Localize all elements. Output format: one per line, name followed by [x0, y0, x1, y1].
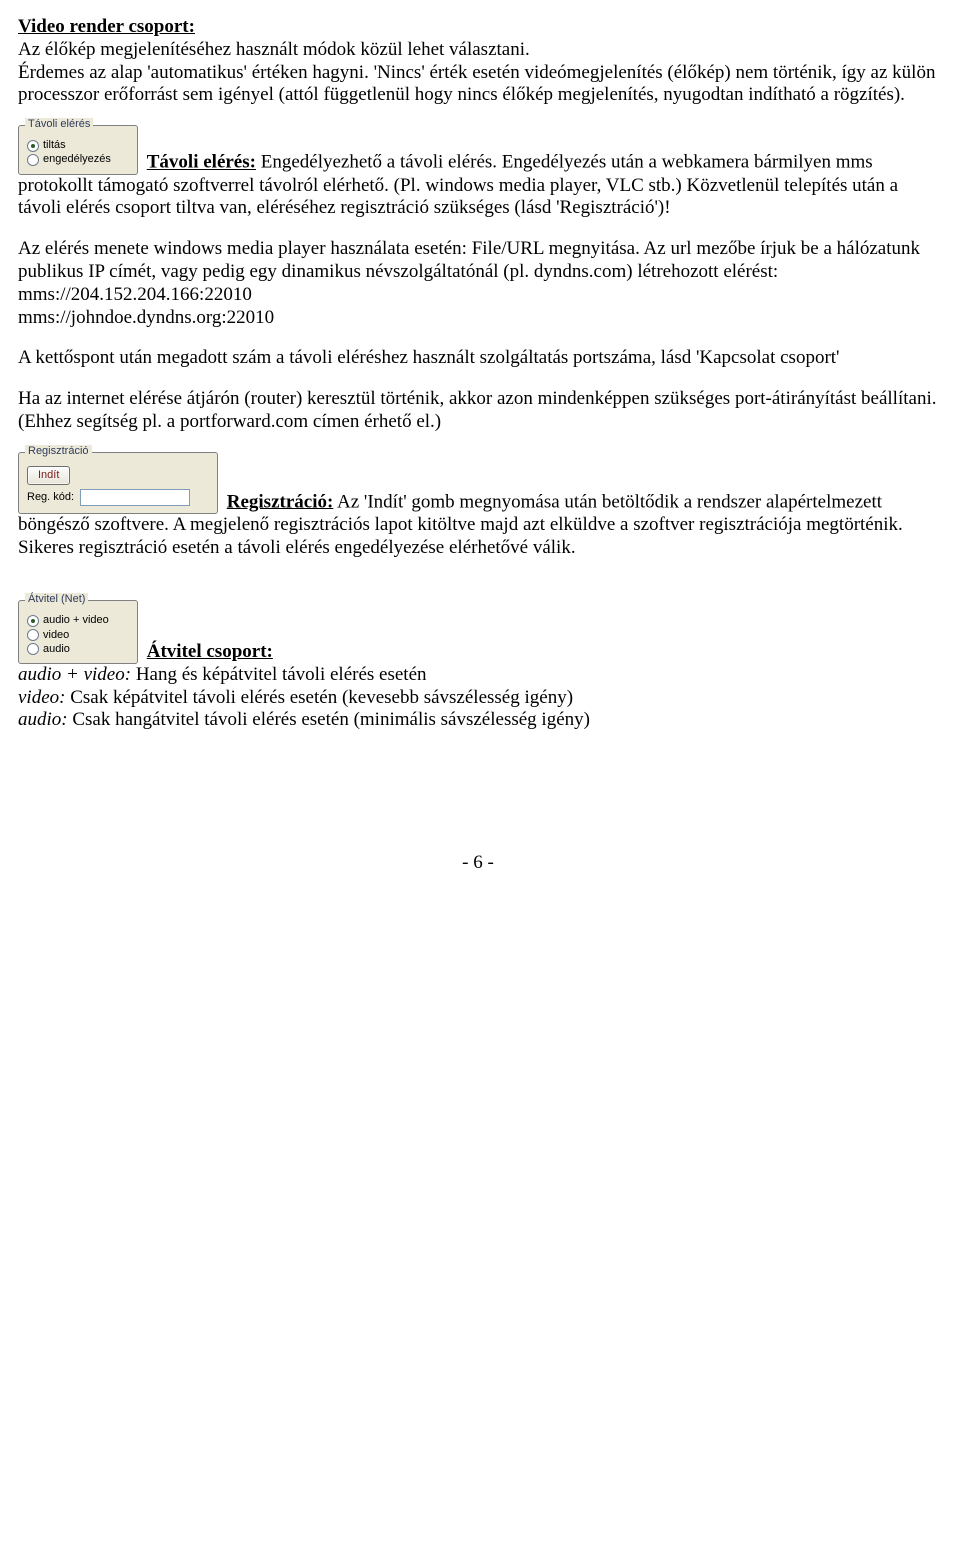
radio-video-label: video: [43, 629, 69, 642]
atvitel-row1-label: audio + video:: [18, 664, 131, 685]
section2-para2a: Az elérés menete windows media player ha…: [18, 238, 920, 282]
radio-icon: [27, 629, 39, 641]
radio-audio-row[interactable]: audio: [27, 643, 129, 656]
radio-icon: [27, 140, 39, 152]
section-title-tavoli-eleres: Távoli elérés:: [147, 152, 256, 173]
reg-kod-label: Reg. kód:: [27, 491, 74, 504]
section2-para2: Az elérés menete windows media player ha…: [18, 238, 938, 329]
atvitel-row3-text: Csak hangátvitel távoli elérés esetén (m…: [68, 709, 590, 730]
atvitel-row2-label: video:: [18, 687, 65, 708]
section2-para4: Ha az internet elérése átjárón (router) …: [18, 388, 938, 434]
reg-indit-button[interactable]: Indít: [27, 466, 70, 485]
atvitel-row2-text: Csak képátvitel távoli elérés esetén (ke…: [65, 687, 573, 708]
radio-engedelyezes-row[interactable]: engedélyezés: [27, 153, 129, 166]
ui-atvitel: Átvitel (Net) audio + video video audio: [18, 600, 138, 664]
section-regisztracio-row: Regisztráció Indít Reg. kód: Regisztráci…: [18, 452, 938, 560]
section4-body: audio + video: Hang és képátvitel távoli…: [18, 664, 938, 732]
ui-atvitel-legend: Átvitel (Net): [25, 593, 88, 606]
ui-tavoli-legend: Távoli elérés: [25, 118, 93, 131]
section1-line1: Az élőkép megjelenítéséhez használt módo…: [18, 39, 530, 60]
radio-icon: [27, 154, 39, 166]
mms-url-1: mms://204.152.204.166:22010: [18, 284, 252, 305]
section-title-regisztracio: Regisztráció:: [227, 491, 334, 512]
section-tavoli-eleres-row: Távoli elérés tiltás engedélyezés Távoli…: [18, 125, 938, 220]
radio-tiltas-label: tiltás: [43, 139, 66, 152]
radio-audio-label: audio: [43, 643, 70, 656]
section1-line2: Érdemes az alap 'automatikus' értéken ha…: [18, 62, 935, 106]
radio-video-row[interactable]: video: [27, 629, 129, 642]
atvitel-row1-text: Hang és képátvitel távoli elérés esetén: [131, 664, 426, 685]
page-number: - 6 -: [18, 852, 938, 875]
radio-tiltas-row[interactable]: tiltás: [27, 139, 129, 152]
section2-para3: A kettőspont után megadott szám a távoli…: [18, 347, 938, 370]
ui-regisztracio: Regisztráció Indít Reg. kód:: [18, 452, 218, 514]
section-title-video-render: Video render csoport:: [18, 16, 195, 37]
atvitel-row3-label: audio:: [18, 709, 68, 730]
section-title-atvitel: Átvitel csoport:: [147, 641, 273, 662]
ui-tavoli-eleres: Távoli elérés tiltás engedélyezés: [18, 125, 138, 174]
reg-kod-input[interactable]: [80, 489, 190, 506]
radio-icon: [27, 643, 39, 655]
section-atvitel-row: Átvitel (Net) audio + video video audio …: [18, 600, 938, 664]
section-video-render: Video render csoport: Az élőkép megjelen…: [18, 16, 938, 107]
ui-reg-legend: Regisztráció: [25, 445, 92, 458]
radio-audio-video-row[interactable]: audio + video: [27, 614, 129, 627]
radio-engedelyezes-label: engedélyezés: [43, 153, 111, 166]
mms-url-2: mms://johndoe.dyndns.org:22010: [18, 307, 274, 328]
radio-audio-video-label: audio + video: [43, 614, 109, 627]
radio-icon: [27, 615, 39, 627]
